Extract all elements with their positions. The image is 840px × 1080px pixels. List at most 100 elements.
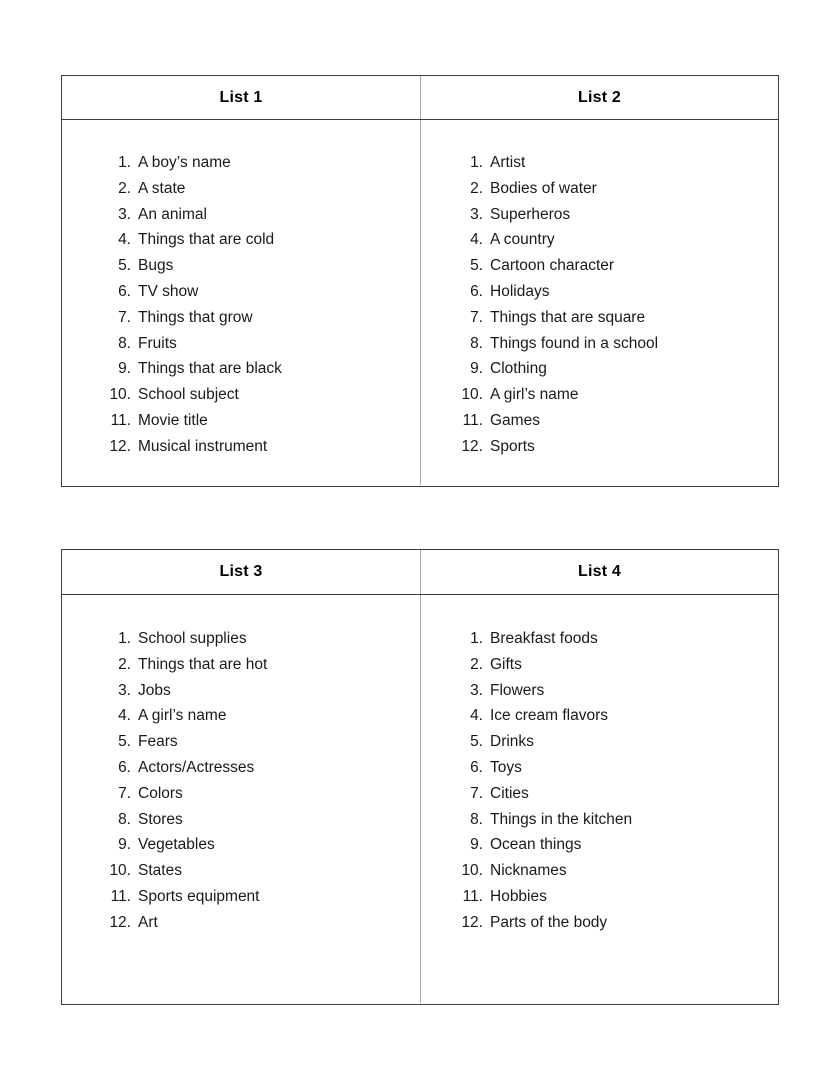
list-item: 11. Sports equipment <box>94 884 420 910</box>
list-item-label: A girl’s name <box>490 386 579 404</box>
list-item-label: Cities <box>490 784 529 802</box>
list-item-number: 9. <box>470 836 483 854</box>
list-item: 10. School subject <box>94 382 420 408</box>
list-item-number: 2. <box>470 655 483 673</box>
header-cell-list-3: List 3 <box>62 550 420 594</box>
list-item: 5. Bugs <box>94 253 420 279</box>
list-item-number: 3. <box>118 681 131 699</box>
list-item-label: Actors/Actresses <box>138 758 255 776</box>
list-item-number: 2. <box>118 179 131 197</box>
list-item-label: TV show <box>138 282 199 300</box>
list-item-number: 6. <box>470 282 483 300</box>
list-item-number: 3. <box>470 205 483 223</box>
list-item: 6. Actors/Actresses <box>94 755 420 781</box>
column-header-label: List 4 <box>578 563 621 580</box>
list-item: 9. Things that are black <box>94 356 420 382</box>
list-item: 6. TV show <box>94 279 420 305</box>
list-item-label: A state <box>138 179 186 197</box>
list-item-number: 12. <box>461 913 483 931</box>
list-item-label: A country <box>490 231 555 249</box>
list-item-number: 6. <box>118 758 131 776</box>
list-item: 3. Jobs <box>94 678 420 704</box>
list-item-label: Gifts <box>490 655 522 673</box>
list-item-number: 5. <box>470 733 483 751</box>
list-item-label: Things that are cold <box>138 231 275 249</box>
list-item: 4. Things that are cold <box>94 227 420 253</box>
list-item-number: 1. <box>118 154 131 171</box>
list-item-label: Things in the kitchen <box>490 810 633 828</box>
numbered-list-1: 1. A boy’s name 2. A state 3. An animal 4. Thin… <box>62 120 420 460</box>
list-item-label: Ice cream flavors <box>490 707 609 725</box>
list-item-label: Superheros <box>490 205 571 223</box>
document-page: List 1 List 2 1. A boy’s name 2. A state 3. A… <box>0 0 840 1080</box>
list-item: 4. A girl’s name <box>94 703 420 729</box>
header-cell-list-1: List 1 <box>62 76 420 119</box>
list-item-label: States <box>138 862 182 880</box>
list-item-label: Vegetables <box>138 836 215 854</box>
list-item-number: 3. <box>118 205 131 223</box>
list-item: 10. States <box>94 858 420 884</box>
list-item: 1. School supplies <box>94 626 420 652</box>
list-item-label: Holidays <box>490 282 550 300</box>
list-item-number: 11. <box>462 411 483 429</box>
list-item-label: Hobbies <box>490 887 547 905</box>
numbered-list-4: 1. Breakfast foods 2. Gifts 3. Flowers 4. Ice c… <box>421 595 778 936</box>
list-item: 9. Clothing <box>446 356 778 382</box>
list-item-label: Bugs <box>138 257 174 275</box>
list-item-number: 4. <box>470 707 483 725</box>
list-item-number: 12. <box>461 437 483 455</box>
body-cell-list-4: 1. Breakfast foods 2. Gifts 3. Flowers 4. Ice c… <box>420 595 778 1003</box>
list-item: 9. Ocean things <box>446 832 778 858</box>
list-item-label: Ocean things <box>490 836 582 854</box>
list-item-label: Toys <box>490 758 522 776</box>
list-item: 12. Parts of the body <box>446 910 778 936</box>
list-item-number: 6. <box>118 282 131 300</box>
list-item-number: 6. <box>470 758 483 776</box>
list-item-label: Parts of the body <box>490 913 608 931</box>
list-item-label: Drinks <box>490 733 534 751</box>
list-item: 10. Nicknames <box>446 858 778 884</box>
body-cell-list-3: 1. School supplies 2. Things that are hot 3.… <box>62 595 420 1003</box>
list-item: 8. Fruits <box>94 331 420 357</box>
list-item-number: 7. <box>470 308 483 326</box>
list-item: 7. Cities <box>446 781 778 807</box>
list-item: 2. A state <box>94 176 420 202</box>
list-item-number: 4. <box>470 231 483 249</box>
list-item-label: Cartoon character <box>490 257 615 275</box>
list-item: 4. A country <box>446 227 778 253</box>
list-item-number: 11. <box>110 887 131 905</box>
list-item: 11. Games <box>446 408 778 434</box>
list-item-label: Musical instrument <box>138 437 268 455</box>
list-item: 7. Things that are square <box>446 305 778 331</box>
page-title: List 1 <box>219 88 263 106</box>
list-item-label: A girl’s name <box>138 707 227 725</box>
list-item-label: An animal <box>138 205 207 223</box>
list-item: 3. Superheros <box>446 202 778 228</box>
list-item: 8. Stores <box>94 807 420 833</box>
list-item-label: Movie title <box>138 411 208 429</box>
list-item-number: 1. <box>470 154 483 171</box>
list-item-label: Nicknames <box>490 862 567 880</box>
list-item: 2. Gifts <box>446 652 778 678</box>
table-body-row: 1. A boy’s name 2. A state 3. An animal 4. Thin… <box>62 120 778 485</box>
list-item-label: Bodies of water <box>490 179 597 197</box>
list-item-number: 9. <box>118 360 131 378</box>
list-item-number: 10. <box>109 862 131 880</box>
list-item-label: Games <box>490 411 540 429</box>
list-item-number: 1. <box>118 630 131 647</box>
list-item-label: Stores <box>138 810 183 828</box>
list-item-label: Things found in a school <box>490 334 659 352</box>
list-item-label: Breakfast foods <box>490 630 598 647</box>
list-item-number: 1. <box>470 630 483 647</box>
list-item-number: 4. <box>118 231 131 249</box>
list-item-label: Jobs <box>138 681 171 699</box>
list-item: 9. Vegetables <box>94 832 420 858</box>
list-item-label: Colors <box>138 784 183 802</box>
column-header-label: List 3 <box>219 563 263 580</box>
list-item: 5. Cartoon character <box>446 253 778 279</box>
list-item-number: 9. <box>118 836 131 854</box>
list-item-number: 7. <box>118 784 131 802</box>
list-item-number: 5. <box>118 733 131 751</box>
list-item: 2. Things that are hot <box>94 652 420 678</box>
list-item: 3. An animal <box>94 202 420 228</box>
